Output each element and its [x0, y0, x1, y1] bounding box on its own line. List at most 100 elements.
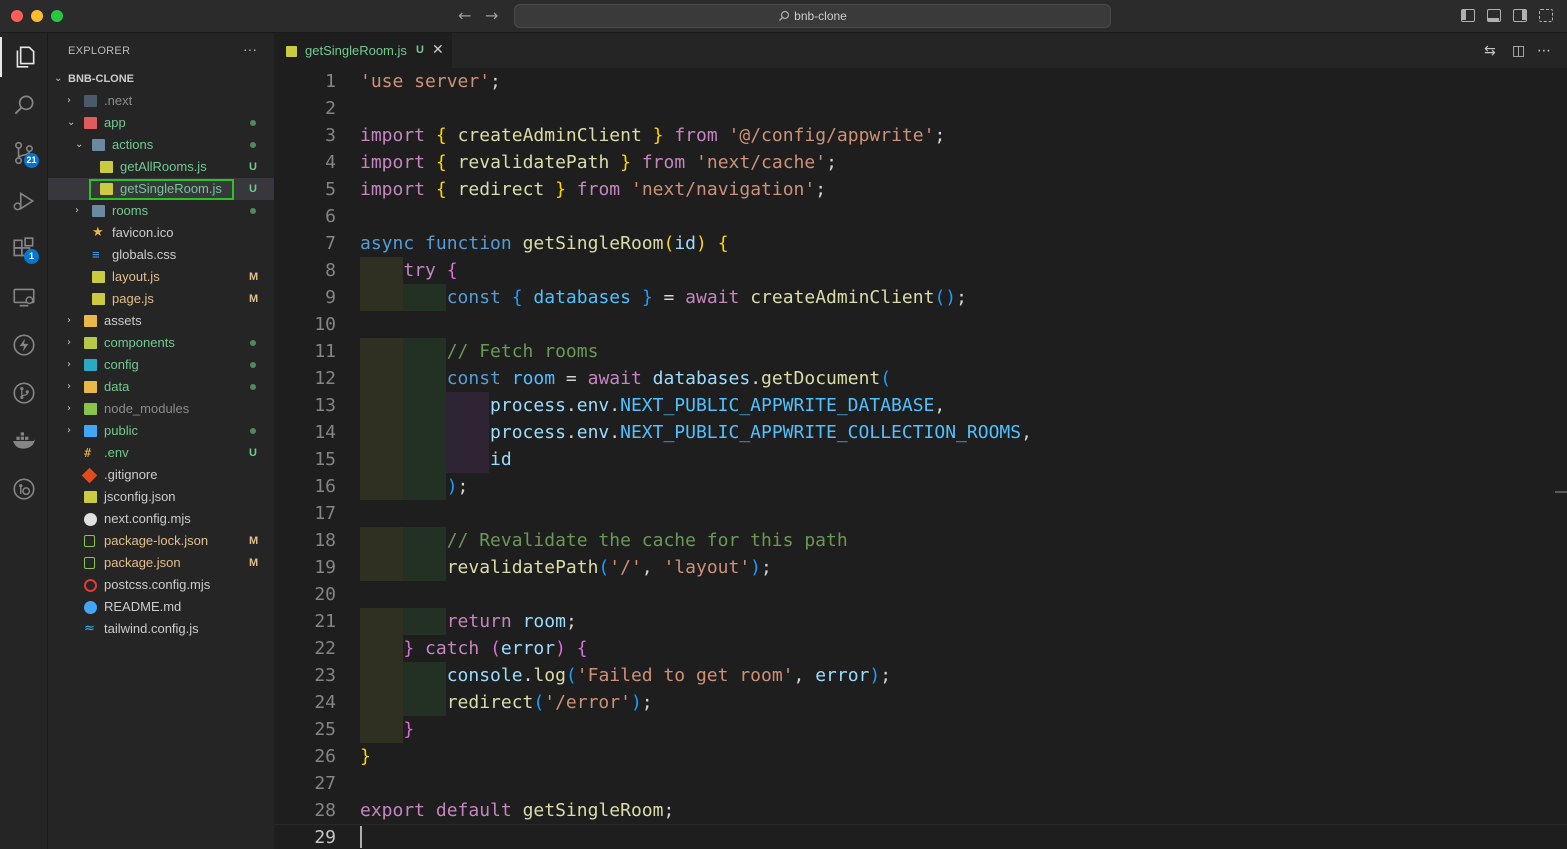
code-token: const: [446, 287, 501, 308]
folder-icon: [84, 425, 97, 437]
tree-item-getallrooms[interactable]: getAllRooms.js U: [48, 156, 274, 178]
code-token: env: [576, 395, 610, 416]
tree-item-label: components: [104, 335, 175, 350]
line-number: 19: [314, 557, 336, 578]
close-window-button[interactable]: [11, 10, 23, 22]
tree-item-globals[interactable]: ≡ globals.css: [48, 244, 274, 266]
code-line: process.env.NEXT_PUBLIC_APPWRITE_DATABAS…: [360, 392, 1550, 419]
command-center-search[interactable]: bnb-clone: [514, 4, 1111, 28]
lightning-icon: [13, 334, 35, 356]
explorer-sidebar: EXPLORER ··· ⌄ BNB-CLONE › .next ⌄ app ⌄…: [48, 33, 274, 849]
code-token: ;: [815, 179, 827, 200]
folder-app-icon: [84, 117, 97, 129]
tree-item-rooms[interactable]: › rooms: [48, 200, 274, 222]
docker-icon: [13, 432, 35, 449]
git-status-badge: M: [249, 293, 259, 305]
git-status-badge: M: [249, 271, 259, 283]
code-token: from: [576, 179, 621, 200]
scrollbar-marker: [1555, 491, 1567, 493]
code-token: ;: [565, 611, 577, 632]
code-line: return room;: [360, 608, 1550, 635]
toggle-primary-sidebar-icon[interactable]: [1461, 9, 1475, 22]
code-token: import: [360, 152, 426, 173]
tree-item-config[interactable]: › config: [48, 354, 274, 376]
split-editor-icon[interactable]: ◫: [1512, 43, 1525, 59]
tree-item-env[interactable]: # .env U: [48, 442, 274, 464]
star-icon: ★: [92, 225, 104, 240]
extensions-badge: 1: [24, 249, 39, 264]
toggle-secondary-sidebar-icon[interactable]: [1513, 9, 1527, 22]
tree-item-layout[interactable]: layout.js M: [48, 266, 274, 288]
code-content[interactable]: 'use server'; import { createAdminClient…: [360, 68, 1550, 849]
tree-item-app[interactable]: ⌄ app: [48, 112, 274, 134]
tree-item-label: .next: [104, 93, 133, 108]
code-token: 'Failed to get room': [576, 665, 794, 686]
tree-item-gitignore[interactable]: .gitignore: [48, 464, 274, 486]
toggle-panel-icon[interactable]: [1487, 9, 1501, 22]
minimize-window-button[interactable]: [31, 10, 43, 22]
gitlens-activity-button[interactable]: [0, 469, 48, 509]
code-token: ): [750, 557, 762, 578]
tree-item-assets[interactable]: › assets: [48, 310, 274, 332]
customize-layout-icon[interactable]: [1539, 9, 1553, 22]
zoom-window-button[interactable]: [51, 10, 63, 22]
code-token: default: [435, 800, 512, 821]
extensions-activity-button[interactable]: 1: [0, 229, 48, 269]
code-token: NEXT_PUBLIC_APPWRITE_DATABASE: [620, 395, 935, 416]
code-token: (: [663, 233, 675, 254]
tree-item-public[interactable]: › public: [48, 420, 274, 442]
tree-item-data[interactable]: › data: [48, 376, 274, 398]
tree-item-tailwind[interactable]: ≈ tailwind.config.js: [48, 618, 274, 640]
remote-explorer-activity-button[interactable]: [0, 277, 48, 317]
source-control-activity-button[interactable]: 21: [0, 133, 48, 173]
tab-getsingleroom[interactable]: getSingleRoom.js U ✕: [274, 33, 452, 68]
search-activity-button[interactable]: [0, 85, 48, 125]
code-token: id: [490, 449, 512, 470]
code-token: process: [490, 422, 566, 443]
run-debug-activity-button[interactable]: [0, 181, 48, 221]
tree-item-getsingleroom[interactable]: getSingleRoom.js U: [48, 178, 274, 200]
code-line: }: [360, 743, 1550, 770]
tree-item-actions[interactable]: ⌄ actions: [48, 134, 274, 156]
tree-item-postcss[interactable]: postcss.config.mjs: [48, 574, 274, 596]
tree-item-readme[interactable]: README.md: [48, 596, 274, 618]
gitlens-icon: [13, 478, 35, 500]
workspace-root[interactable]: ⌄ BNB-CLONE: [48, 68, 274, 90]
more-actions-icon[interactable]: ···: [243, 41, 257, 57]
tree-item-package[interactable]: package.json M: [48, 552, 274, 574]
back-arrow-icon[interactable]: ←: [458, 6, 471, 25]
tree-item-next-config[interactable]: next.config.mjs: [48, 508, 274, 530]
git-graph-activity-button[interactable]: [0, 373, 48, 413]
line-number: 10: [314, 314, 336, 335]
tree-item-package-lock[interactable]: package-lock.json M: [48, 530, 274, 552]
code-token: {: [717, 233, 729, 254]
forward-arrow-icon[interactable]: →: [485, 6, 498, 25]
more-actions-icon[interactable]: ⋯: [1537, 43, 1551, 59]
code-token: }: [360, 746, 371, 767]
tree-item-favicon[interactable]: ★ favicon.ico: [48, 222, 274, 244]
explorer-activity-button[interactable]: [0, 37, 48, 77]
tree-item-jsconfig[interactable]: jsconfig.json: [48, 486, 274, 508]
line-number: 22: [314, 638, 336, 659]
tree-item-components[interactable]: › components: [48, 332, 274, 354]
docker-activity-button[interactable]: [0, 421, 48, 461]
tree-item-page[interactable]: page.js M: [48, 288, 274, 310]
code-token: room: [511, 368, 556, 389]
open-changes-icon[interactable]: ⇆: [1484, 43, 1496, 59]
code-token: ,: [793, 665, 816, 686]
code-editor[interactable]: 1 2 3 4 5 6 7 8 9 10 11 12 13 14 15 16 17 18 19 20 21 22 23 24 2…: [274, 68, 1567, 849]
close-icon[interactable]: ✕: [432, 42, 444, 58]
line-number: 15: [314, 449, 336, 470]
postcss-icon: [84, 579, 97, 592]
line-number: 5: [325, 179, 336, 200]
tree-item-next[interactable]: › .next: [48, 90, 274, 112]
thunder-client-activity-button[interactable]: [0, 325, 48, 365]
tree-item-node-modules[interactable]: › node_modules: [48, 398, 274, 420]
code-token: ;: [934, 125, 946, 146]
